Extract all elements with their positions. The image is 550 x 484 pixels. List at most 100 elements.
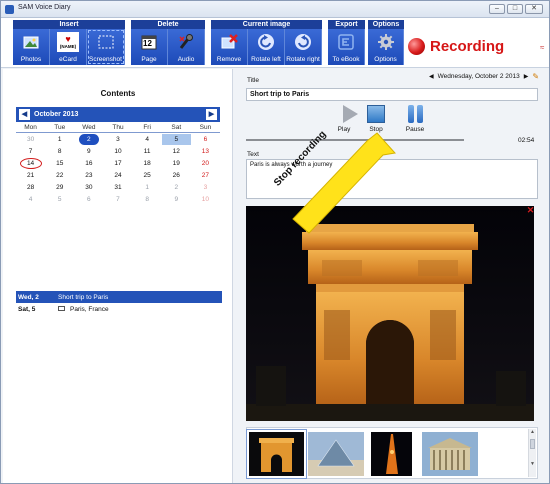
remove-icon (219, 32, 239, 52)
card-icon (58, 306, 65, 312)
ebook-icon (336, 32, 356, 52)
prev-day-button[interactable]: ◀ (429, 73, 434, 80)
calendar-day[interactable]: 10 (191, 194, 220, 205)
calendar-day[interactable]: 10 (103, 146, 132, 157)
minimize-button[interactable]: – (489, 4, 505, 14)
weekday-header: Sat (161, 124, 191, 133)
app-window: SAM Voice Diary – □ ✕ Insert Photos ♥ (N… (0, 0, 550, 484)
calendar-day[interactable]: 1 (133, 182, 162, 193)
calendar-day[interactable]: 26 (162, 170, 191, 181)
title-bar: SAM Voice Diary – □ ✕ (1, 1, 549, 18)
calendar-day[interactable]: 1 (45, 134, 74, 145)
calendar-day[interactable]: 17 (103, 158, 132, 169)
insert-group: Insert Photos ♥ (NAME) eCard Screenshot (13, 20, 125, 66)
remove-photo-icon[interactable]: ✕ (526, 206, 535, 215)
calendar-day[interactable]: 20 (191, 158, 220, 169)
stop-button[interactable]: Stop (362, 105, 390, 135)
pause-icon (406, 105, 424, 123)
scroll-up-icon[interactable]: ▲ (529, 429, 536, 437)
calendar-day[interactable]: 5 (45, 194, 74, 205)
calendar-day[interactable]: 4 (16, 194, 45, 205)
calendar-day[interactable]: 9 (162, 194, 191, 205)
calendar-day[interactable]: 22 (45, 170, 74, 181)
photos-button[interactable]: Photos (13, 29, 50, 65)
audio-progress-bar[interactable] (246, 139, 464, 141)
calendar-day[interactable]: 3 (191, 182, 220, 193)
to-ebook-button[interactable]: To eBook (328, 29, 365, 65)
elapsed-time: 02:54 (518, 137, 535, 144)
pencil-icon[interactable]: ✎ (532, 72, 539, 81)
thumbnail-eiffel-tower[interactable] (371, 432, 412, 476)
calendar-day[interactable]: 11 (133, 146, 162, 157)
calendar-day[interactable]: 4 (133, 134, 162, 145)
calendar-day[interactable]: 19 (162, 158, 191, 169)
contents-pane: Contents ◀ October 2013 ▶ Mon Tue Wed Thu Fr… (3, 69, 233, 483)
calendar-day[interactable]: 30 (16, 134, 45, 145)
calendar-day[interactable]: 7 (103, 194, 132, 205)
thumbnail-louvre-pyramid[interactable] (308, 432, 364, 476)
calendar-day[interactable]: 2 (74, 134, 103, 145)
options-button[interactable]: Options (368, 29, 404, 65)
maximize-button[interactable]: □ (507, 4, 523, 14)
thumbnail-arc-de-triomphe[interactable] (246, 429, 307, 479)
rotate-left-button[interactable]: Rotate left (248, 29, 285, 65)
options-group: Options Options (368, 20, 404, 66)
calendar-day[interactable]: 28 (16, 182, 45, 193)
delete-page-button[interactable]: 12 Page (131, 29, 168, 65)
calendar-day[interactable]: 7 (16, 146, 45, 157)
delete-audio-button[interactable]: Audio (168, 29, 205, 65)
weekday-header: Sun (190, 124, 220, 133)
calendar-day[interactable]: 30 (74, 182, 103, 193)
current-image-group-label: Current image (211, 20, 322, 29)
close-button[interactable]: ✕ (525, 4, 543, 14)
calendar-day[interactable]: 31 (103, 182, 132, 193)
text-label: Text (247, 151, 259, 158)
entry-list: Wed, 2 Short trip to Paris Sat, 5 Paris,… (16, 291, 222, 315)
calendar-day[interactable]: 2 (162, 182, 191, 193)
calendar-day[interactable]: 8 (45, 146, 74, 157)
calendar-day[interactable]: 5 (161, 134, 191, 145)
rotate-right-button[interactable]: Rotate right (285, 29, 322, 65)
list-item[interactable]: Wed, 2 Short trip to Paris (16, 291, 222, 303)
calendar-day[interactable]: 29 (45, 182, 74, 193)
rotate-right-icon (293, 32, 313, 52)
calendar-day[interactable]: 9 (74, 146, 103, 157)
photo-icon (21, 32, 41, 52)
calendar-grid: Mon Tue Wed Thu Fri Sat Sun 30 1 2 3 4 5 6 7 8 9 10 11 12 13… (16, 124, 220, 205)
calendar-day[interactable]: 16 (74, 158, 103, 169)
calendar-day[interactable]: 14 (16, 158, 45, 169)
scroll-thumb[interactable] (530, 439, 535, 449)
pause-button[interactable]: Pause (401, 105, 429, 135)
prev-month-button[interactable]: ◀ (19, 109, 30, 120)
calendar-day[interactable]: 6 (74, 194, 103, 205)
calendar-day[interactable]: 24 (103, 170, 132, 181)
screenshot-button[interactable]: Screenshot (87, 29, 125, 65)
next-day-button[interactable]: ▶ (524, 73, 529, 80)
current-image-group: Current image Remove Rotate left Rotate … (211, 20, 322, 66)
recording-status: Recording (430, 38, 505, 55)
calendar-day[interactable]: 13 (191, 146, 220, 157)
calendar-day[interactable]: 23 (74, 170, 103, 181)
thumbnail-scrollbar[interactable]: ▲ ▼ (528, 429, 536, 477)
options-group-label: Options (368, 20, 404, 29)
calendar-day[interactable]: 25 (133, 170, 162, 181)
calendar-day[interactable]: 21 (16, 170, 45, 181)
calendar-day[interactable]: 6 (191, 134, 220, 145)
next-month-button[interactable]: ▶ (206, 109, 217, 120)
calendar-day[interactable]: 8 (133, 194, 162, 205)
remove-image-button[interactable]: Remove (211, 29, 248, 65)
ecard-button[interactable]: ♥ (NAME) eCard (50, 29, 87, 65)
calendar-day[interactable]: 27 (191, 170, 220, 181)
scroll-down-icon[interactable]: ▼ (529, 461, 536, 469)
thumbnail-madeleine[interactable] (422, 432, 478, 476)
app-icon (5, 5, 14, 14)
list-item[interactable]: Sat, 5 Paris, France (16, 303, 222, 315)
calendar-day[interactable]: 3 (103, 134, 132, 145)
calendar-day[interactable]: 12 (162, 146, 191, 157)
calendar-day[interactable]: 18 (133, 158, 162, 169)
weekday-header: Wed (74, 124, 104, 133)
calendar-day[interactable]: 15 (45, 158, 74, 169)
title-label: Title (247, 77, 260, 84)
title-field[interactable]: Short trip to Paris (246, 88, 538, 101)
calendar: ◀ October 2013 ▶ Mon Tue Wed Thu Fri Sat Sun 30… (16, 107, 220, 205)
